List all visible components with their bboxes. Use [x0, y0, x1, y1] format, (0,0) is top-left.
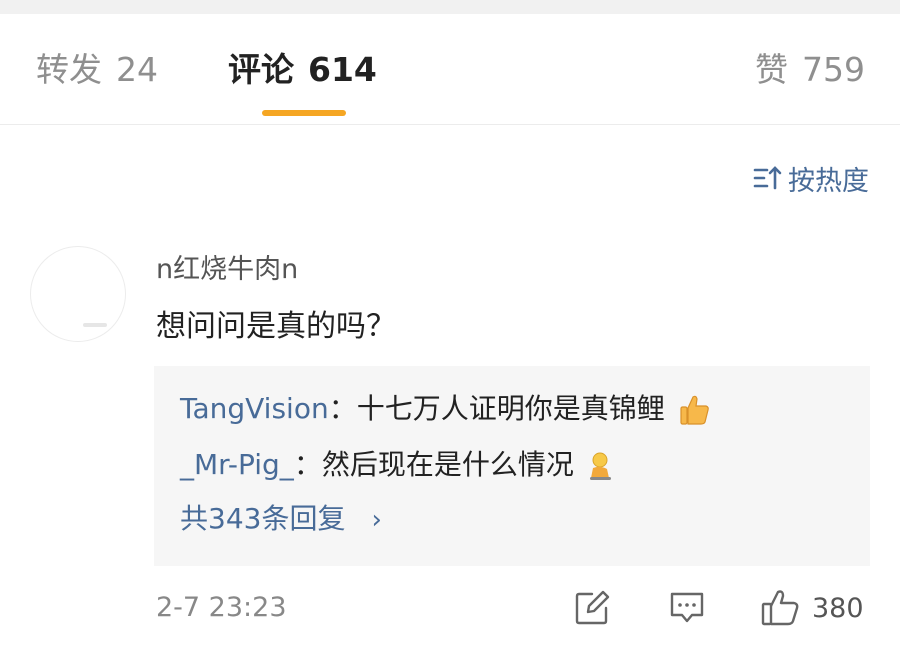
- tab-likes[interactable]: 赞 759: [755, 50, 865, 90]
- tab-reposts-count: 24: [116, 50, 158, 89]
- tab-divider: [0, 124, 900, 125]
- top-strip: [0, 0, 900, 14]
- like-count: 380: [812, 592, 864, 624]
- reply-separator: ：: [293, 448, 322, 481]
- thumbs-up-emoji-icon: [680, 395, 709, 425]
- view-all-replies-link[interactable]: 共343条回复 ›: [180, 500, 382, 539]
- repost-button[interactable]: [574, 588, 610, 628]
- avatar-watermark: [83, 323, 107, 327]
- tab-comments-count: 614: [308, 50, 377, 89]
- like-button[interactable]: 380: [760, 588, 864, 628]
- chevron-right-icon: ›: [371, 505, 382, 535]
- comment-timestamp: 2-7 23:23: [156, 592, 287, 623]
- reply-item: TangVision：十七万人证明你是真锦鲤: [180, 390, 712, 428]
- tab-reposts[interactable]: 转发 24: [36, 50, 158, 90]
- reply-author[interactable]: TangVision: [180, 392, 329, 425]
- kneeling-emoji-icon: [589, 452, 611, 480]
- reply-separator: ：: [328, 392, 357, 425]
- tab-comments-label: 评论: [228, 50, 294, 89]
- reply-text: 十七万人证明你是真锦鲤: [356, 392, 665, 425]
- tab-comments[interactable]: 评论 614: [228, 50, 377, 90]
- tab-bar: 转发 24 评论 614 赞 759: [0, 14, 900, 124]
- reply-button[interactable]: [668, 588, 706, 628]
- tab-likes-label: 赞: [755, 50, 788, 89]
- sort-by-hot-button[interactable]: 按热度: [752, 160, 869, 197]
- avatar[interactable]: [30, 246, 126, 342]
- thumbs-up-icon: [761, 590, 799, 626]
- tab-likes-count: 759: [802, 50, 865, 89]
- tab-reposts-label: 转发: [36, 50, 102, 89]
- active-tab-indicator: [262, 110, 346, 116]
- comment-username[interactable]: n红烧牛肉n: [156, 252, 298, 288]
- edit-repost-icon: [575, 590, 610, 625]
- sort-icon: [753, 166, 782, 190]
- reply-text: 然后现在是什么情况: [321, 448, 574, 481]
- comment-icon: [670, 592, 704, 623]
- replies-box[interactable]: TangVision：十七万人证明你是真锦鲤 _Mr-Pig_：然后现在是什么情…: [154, 366, 870, 566]
- reply-author[interactable]: _Mr-Pig_: [180, 448, 294, 481]
- comment-text: 想问问是真的吗？: [156, 309, 396, 344]
- reply-item: _Mr-Pig_：然后现在是什么情况: [180, 446, 615, 484]
- more-replies-label: 共343条回复: [180, 502, 346, 535]
- sort-label: 按热度: [788, 165, 869, 197]
